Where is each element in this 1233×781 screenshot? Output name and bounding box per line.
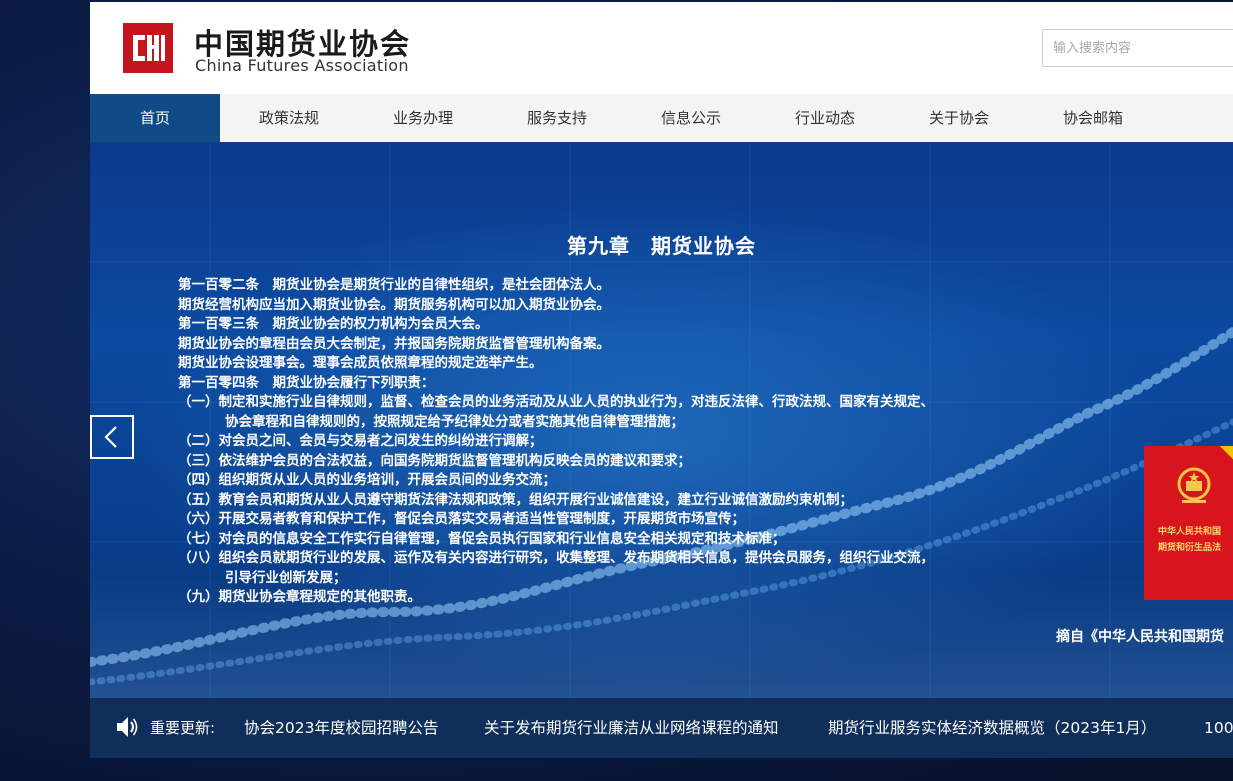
carousel-prev-button[interactable] <box>90 415 134 459</box>
law-line: 第一百零三条 期货业协会的权力机构为会员大会。 <box>178 316 489 332</box>
law-line: （八）组织会员就期货行业的发展、运作及有关内容进行研究，收集整理、发布期货相关信… <box>178 550 934 566</box>
nav-item-disclosure[interactable]: 信息公示 <box>624 94 758 142</box>
site-container: 中国期货业协会 China Futures Association 首页 政策法… <box>90 2 1233 758</box>
law-line: 协会章程和自律规则的，按照规定给予纪律处分或者实施其他自律管理措施； <box>225 413 684 430</box>
law-line: 第一百零四条 期货业协会履行下列职责： <box>178 374 435 391</box>
law-text-block: 第一百零二条 期货业协会是期货行业的自律性组织，是社会团体法人。 期货经营机构应… <box>178 276 1078 608</box>
national-emblem-icon <box>1177 467 1211 503</box>
notice-item[interactable]: 关于发布期货行业廉洁从业网络课程的通知 <box>484 698 779 758</box>
nav-item-business[interactable]: 业务办理 <box>356 94 490 142</box>
search-input[interactable] <box>1042 29 1233 67</box>
notice-label: 重要更新: <box>150 719 216 737</box>
notice-item[interactable]: 期货行业服务实体经济数据概览（2023年1月） <box>828 698 1156 758</box>
law-line: （三）依法维护会员的合法权益，向国务院期货监督管理机构反映会员的建议和要求； <box>178 452 691 469</box>
law-book-cover[interactable]: 中华人民共和国 期货和衍生品法 <box>1144 446 1233 600</box>
law-line: （四）组织期货从业人员的业务培训，开展会员间的业务交流； <box>178 472 556 488</box>
nav-item-home[interactable]: 首页 <box>90 94 220 142</box>
nav-item-about[interactable]: 关于协会 <box>892 94 1026 142</box>
site-name-english[interactable]: China Futures Association <box>195 56 409 75</box>
law-line: 期货业协会的章程由会员大会制定，并报国务院期货监督管理机构备案。 <box>178 335 610 352</box>
law-line: 引导行业创新发展； <box>225 569 347 586</box>
speaker-icon <box>117 717 138 737</box>
book-title-line: 期货和衍生品法 <box>1158 543 1222 553</box>
nav-item-policy[interactable]: 政策法规 <box>222 94 356 142</box>
law-line: 第一百零二条 期货业协会是期货行业的自律性组织，是社会团体法人。 <box>178 277 610 293</box>
book-title: 中华人民共和国 期货和衍生品法 <box>1144 524 1233 556</box>
law-line: （六）开展交易者教育和保护工作，督促会员落实交易者适当性管理制度，开展期货市场宣… <box>178 511 745 527</box>
nav-item-service[interactable]: 服务支持 <box>490 94 624 142</box>
book-ribbon-icon <box>1220 446 1233 470</box>
law-line: （一）制定和实施行业自律规则，监督、检查会员的业务活动及从业人员的执业行为，对违… <box>178 394 934 410</box>
law-line: 期货业协会设理事会。理事会成员依照章程的规定选举产生。 <box>178 355 543 371</box>
book-title-line: 中华人民共和国 <box>1158 527 1222 537</box>
nav-item-news[interactable]: 行业动态 <box>758 94 892 142</box>
law-line: （二）对会员之间、会员与交易者之间发生的纠纷进行调解； <box>178 433 543 449</box>
nav-item-mailbox[interactable]: 协会邮箱 <box>1026 94 1160 142</box>
notice-item[interactable]: 协会2023年度校园招聘公告 <box>244 698 438 758</box>
law-source-citation: 摘自《中华人民共和国期货 <box>1056 629 1224 645</box>
notice-marquee: 协会2023年度校园招聘公告 关于发布期货行业廉洁从业网络课程的通知 期货行业服… <box>244 698 1233 758</box>
cfa-logo-icon[interactable] <box>123 23 173 73</box>
law-line: 期货经营机构应当加入期货业协会。期货服务机构可以加入期货业协会。 <box>178 296 610 313</box>
banner-chapter-title: 第九章 期货业协会 <box>567 234 756 258</box>
chevron-left-icon <box>104 426 117 448</box>
notice-bar: 重要更新: 协会2023年度校园招聘公告 关于发布期货行业廉洁从业网络课程的通知… <box>90 698 1233 758</box>
main-nav: 首页 政策法规 业务办理 服务支持 信息公示 行业动态 关于协会 协会邮箱 <box>90 94 1233 142</box>
law-line: （九）期货业协会章程规定的其他职责。 <box>178 589 421 605</box>
law-line: （七）对会员的信息安全工作实行自律管理，督促会员执行国家和行业信息安全相关规定和… <box>178 530 786 547</box>
notice-item[interactable]: 100 <box>1204 698 1233 758</box>
header: 中国期货业协会 China Futures Association <box>90 2 1233 94</box>
hero-banner[interactable]: 第九章 期货业协会 第一百零二条 期货业协会是期货行业的自律性组织，是社会团体法… <box>90 142 1233 698</box>
law-line: （五）教育会员和期货从业人员遵守期货法律法规和政策，组织开展行业诚信建设，建立行… <box>178 491 853 508</box>
